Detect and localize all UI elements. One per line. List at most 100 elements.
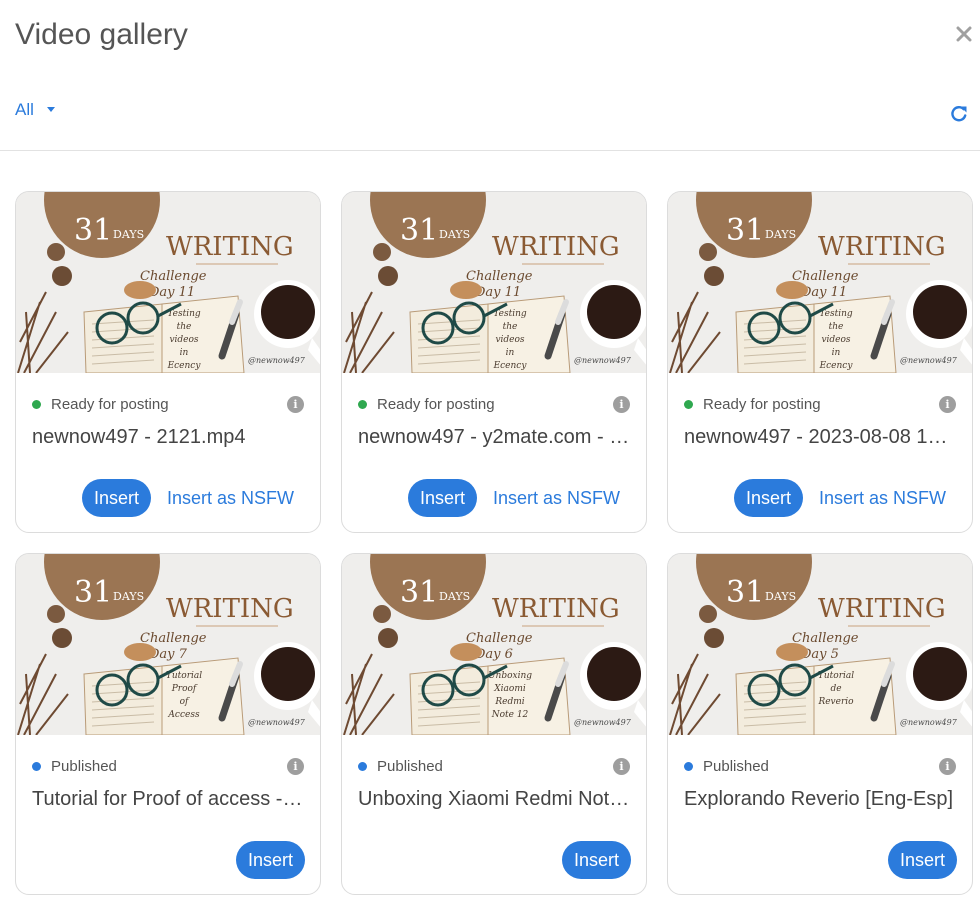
video-title: Explorando Reverio [Eng-Esp] <box>684 788 954 810</box>
thumbnail-page-line: the <box>177 322 192 332</box>
svg-text:Challenge: Challenge <box>140 269 207 284</box>
status-indicator: Published <box>684 758 769 775</box>
thumbnail-image: 31 DAYS WRITING Challenge Day 11 Testing… <box>16 192 320 373</box>
svg-text:@newnow497: @newnow497 <box>900 356 958 365</box>
filter-dropdown[interactable]: All <box>15 100 62 120</box>
svg-text:WRITING: WRITING <box>818 594 946 624</box>
svg-text:Challenge: Challenge <box>140 631 207 646</box>
insert-button[interactable]: Insert <box>81 479 151 517</box>
refresh-button[interactable] <box>945 100 973 128</box>
thumbnail-page-line: Access <box>167 710 200 720</box>
insert-button[interactable]: Insert <box>561 841 631 879</box>
status-indicator: Ready for posting <box>358 396 495 413</box>
svg-text:DAYS: DAYS <box>439 590 470 603</box>
info-icon[interactable]: i <box>939 758 956 775</box>
status-dot <box>358 400 367 409</box>
close-icon <box>956 26 972 42</box>
svg-text:31: 31 <box>400 575 438 610</box>
insert-button[interactable]: Insert <box>407 479 477 517</box>
status-text: Published <box>51 758 117 775</box>
thumbnail-page-line: Redmi <box>494 697 524 707</box>
page-title: Video gallery <box>15 18 188 51</box>
svg-text:DAYS: DAYS <box>439 228 470 241</box>
status-dot <box>684 400 693 409</box>
video-card: 31 DAYS WRITING Challenge Day 11 Testing… <box>15 191 321 533</box>
video-card: 31 DAYS WRITING Challenge Day 7 Tutorial… <box>15 553 321 895</box>
status-dot <box>684 762 693 771</box>
svg-text:DAYS: DAYS <box>113 228 144 241</box>
video-thumbnail[interactable]: 31 DAYS WRITING Challenge Day 11 Testing… <box>668 192 972 373</box>
thumbnail-image: 31 DAYS WRITING Challenge Day 5 Tutorial… <box>668 554 972 735</box>
video-thumbnail[interactable]: 31 DAYS WRITING Challenge Day 11 Testing… <box>342 192 646 373</box>
svg-text:@newnow497: @newnow497 <box>248 356 306 365</box>
status-indicator: Ready for posting <box>32 396 169 413</box>
thumbnail-page-line: Note 12 <box>491 710 529 720</box>
video-grid: 31 DAYS WRITING Challenge Day 11 Testing… <box>15 191 973 895</box>
video-thumbnail[interactable]: 31 DAYS WRITING Challenge Day 11 Testing… <box>16 192 320 373</box>
thumbnail-page-line: Xiaomi <box>493 684 526 694</box>
video-thumbnail[interactable]: 31 DAYS WRITING Challenge Day 5 Tutorial… <box>668 554 972 735</box>
card-actions: Insert <box>561 841 631 879</box>
thumbnail-page-line: Ecency <box>819 361 854 371</box>
filter-label: All <box>15 100 34 119</box>
svg-text:@newnow497: @newnow497 <box>900 718 958 727</box>
video-card: 31 DAYS WRITING Challenge Day 5 Tutorial… <box>667 553 973 895</box>
info-icon[interactable]: i <box>287 758 304 775</box>
insert-button[interactable]: Insert <box>235 841 305 879</box>
svg-text:Challenge: Challenge <box>466 269 533 284</box>
thumbnail-page-line: Reverio <box>817 697 854 707</box>
status-text: Ready for posting <box>377 396 495 413</box>
video-thumbnail[interactable]: 31 DAYS WRITING Challenge Day 6 Unboxing… <box>342 554 646 735</box>
card-actions: Insert Insert as NSFW <box>733 479 946 517</box>
info-icon[interactable]: i <box>613 396 630 413</box>
thumbnail-page-line: Ecency <box>493 361 528 371</box>
svg-text:DAYS: DAYS <box>765 590 796 603</box>
svg-text:31: 31 <box>74 575 112 610</box>
status-indicator: Published <box>32 758 117 775</box>
insert-nsfw-link[interactable]: Insert as NSFW <box>819 488 946 509</box>
thumbnail-image: 31 DAYS WRITING Challenge Day 7 Tutorial… <box>16 554 320 735</box>
info-icon[interactable]: i <box>939 396 956 413</box>
thumbnail-page-line: videos <box>495 335 524 345</box>
video-title: Unboxing Xiaomi Redmi Not… <box>358 788 630 810</box>
svg-text:@newnow497: @newnow497 <box>574 718 632 727</box>
thumbnail-page-line: Testing <box>167 309 201 319</box>
thumbnail-page-line: the <box>503 322 518 332</box>
svg-text:Challenge: Challenge <box>466 631 533 646</box>
status-text: Published <box>377 758 443 775</box>
thumbnail-page-line: videos <box>169 335 198 345</box>
thumbnail-page-line: Ecency <box>167 361 202 371</box>
thumbnail-page-line: Testing <box>819 309 853 319</box>
thumbnail-page-line: in <box>180 348 189 358</box>
thumbnail-image: 31 DAYS WRITING Challenge Day 11 Testing… <box>342 192 646 373</box>
svg-text:@newnow497: @newnow497 <box>574 356 632 365</box>
status-text: Ready for posting <box>51 396 169 413</box>
card-actions: Insert Insert as NSFW <box>81 479 294 517</box>
insert-button[interactable]: Insert <box>887 841 957 879</box>
status-dot <box>32 400 41 409</box>
gallery-header: Video gallery All <box>0 0 980 151</box>
svg-text:DAYS: DAYS <box>765 228 796 241</box>
insert-button[interactable]: Insert <box>733 479 803 517</box>
video-thumbnail[interactable]: 31 DAYS WRITING Challenge Day 7 Tutorial… <box>16 554 320 735</box>
insert-nsfw-link[interactable]: Insert as NSFW <box>493 488 620 509</box>
video-title: Tutorial for Proof of access -… <box>32 788 303 810</box>
video-title: newnow497 - 2023-08-08 1… <box>684 426 948 448</box>
caret-down-icon <box>46 107 55 112</box>
svg-text:31: 31 <box>726 575 764 610</box>
video-card: 31 DAYS WRITING Challenge Day 11 Testing… <box>341 191 647 533</box>
svg-text:Challenge: Challenge <box>792 269 859 284</box>
info-icon[interactable]: i <box>287 396 304 413</box>
card-actions: Insert <box>235 841 305 879</box>
svg-text:WRITING: WRITING <box>492 594 620 624</box>
close-button[interactable] <box>950 20 978 48</box>
svg-text:WRITING: WRITING <box>166 594 294 624</box>
svg-text:WRITING: WRITING <box>166 232 294 262</box>
video-card: 31 DAYS WRITING Challenge Day 6 Unboxing… <box>341 553 647 895</box>
svg-text:31: 31 <box>74 213 112 248</box>
thumbnail-page-line: Testing <box>493 309 527 319</box>
info-icon[interactable]: i <box>613 758 630 775</box>
insert-nsfw-link[interactable]: Insert as NSFW <box>167 488 294 509</box>
svg-text:DAYS: DAYS <box>113 590 144 603</box>
status-dot <box>32 762 41 771</box>
